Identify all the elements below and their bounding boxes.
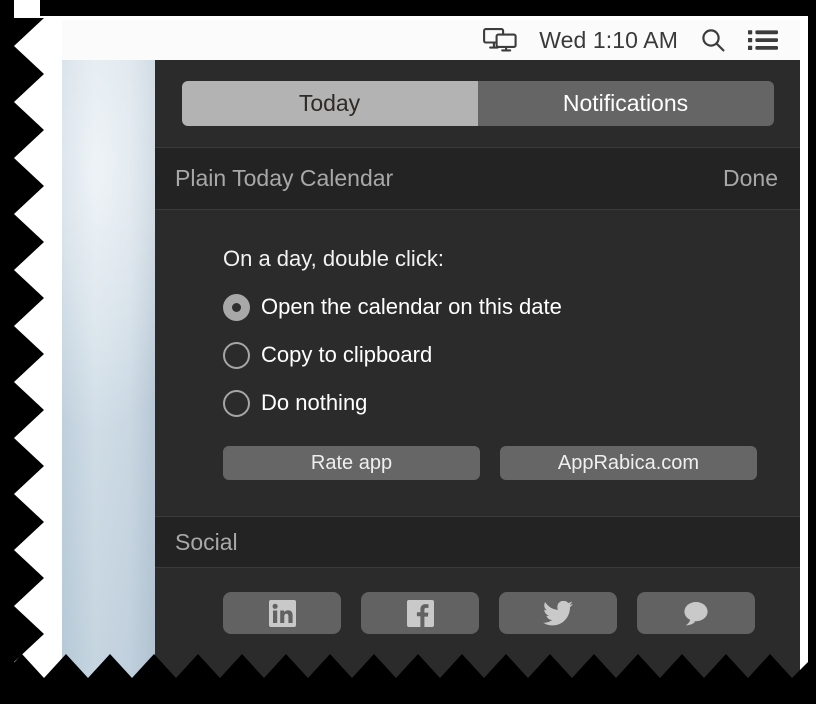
tab-today[interactable]: Today (181, 81, 478, 126)
radio-label: Open the calendar on this date (261, 294, 562, 319)
desktop-wallpaper (40, 60, 155, 682)
tab-notifications[interactable]: Notifications (477, 81, 774, 126)
search-icon[interactable] (700, 27, 726, 53)
social-button-chat[interactable] (637, 592, 755, 634)
linkedin-icon (268, 599, 296, 627)
radio-button-icon[interactable] (223, 389, 250, 417)
widget-title: Plain Today Calendar (175, 165, 394, 191)
widget-header: Plain Today Calendar Done (155, 148, 800, 210)
apprabica-website-button[interactable]: AppRabica.com (500, 446, 757, 480)
widget-action-buttons: Rate app AppRabica.com (223, 446, 800, 480)
social-button-facebook[interactable] (361, 592, 479, 634)
social-section-body (155, 568, 800, 668)
screen-capture-area: Wed 1:10 AM Today Notifications Plain To… (40, 20, 800, 682)
radio-label: Do nothing (261, 390, 368, 415)
segmented-control: Today Notifications (181, 81, 774, 126)
widget-body: On a day, double click: Open the calenda… (155, 210, 800, 516)
radio-option-copy-clipboard[interactable]: Copy to clipboard (223, 334, 800, 376)
social-button-linkedin[interactable] (223, 592, 341, 634)
screen-mirroring-icon[interactable] (483, 28, 517, 52)
twitter-icon (543, 600, 573, 625)
notification-center-panel: Today Notifications Plain Today Calendar… (155, 60, 800, 682)
radio-option-do-nothing[interactable]: Do nothing (223, 382, 800, 424)
social-buttons-row (223, 592, 800, 634)
radio-label: Copy to clipboard (261, 342, 433, 367)
chat-bubble-icon (684, 602, 708, 626)
facebook-icon (406, 599, 434, 627)
macos-menu-bar: Wed 1:10 AM (40, 20, 800, 60)
menu-bar-clock[interactable]: Wed 1:10 AM (539, 27, 678, 54)
notification-center-icon[interactable] (748, 29, 778, 51)
radio-button-selected-icon[interactable] (223, 293, 250, 321)
screenshot-root: Wed 1:10 AM Today Notifications Plain To… (0, 0, 816, 704)
radio-option-open-calendar[interactable]: Open the calendar on this date (223, 286, 800, 328)
social-button-twitter[interactable] (499, 592, 617, 634)
body-spacer (155, 480, 800, 516)
notification-center-tabbar: Today Notifications (155, 60, 800, 148)
social-section-title: Social (175, 528, 238, 555)
social-section-header: Social (155, 516, 800, 568)
radio-button-icon[interactable] (223, 341, 250, 369)
done-button[interactable]: Done (723, 165, 778, 192)
double-click-prompt: On a day, double click: (223, 246, 444, 271)
rate-app-button[interactable]: Rate app (223, 446, 480, 480)
